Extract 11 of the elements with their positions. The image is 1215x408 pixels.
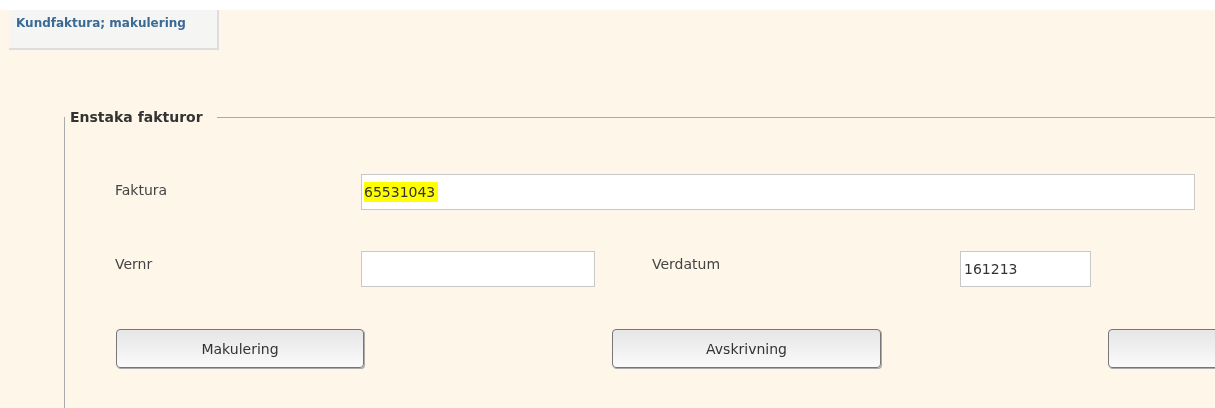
field-label: Verdatum [652, 256, 722, 272]
field-label: Faktura [115, 182, 169, 198]
tab[interactable]: Kundfaktura; makulering [9, 10, 219, 50]
input-field[interactable]: 65531043 [361, 174, 1195, 210]
button[interactable]: Avskrivning [612, 329, 881, 368]
field-label: Vernr [115, 256, 154, 272]
group-legend: Enstaka fakturor [65, 109, 217, 125]
button[interactable] [1108, 329, 1215, 368]
input-field[interactable] [361, 251, 595, 287]
button[interactable]: Makulering [116, 329, 364, 368]
input-field[interactable]: 161213 [960, 251, 1091, 287]
